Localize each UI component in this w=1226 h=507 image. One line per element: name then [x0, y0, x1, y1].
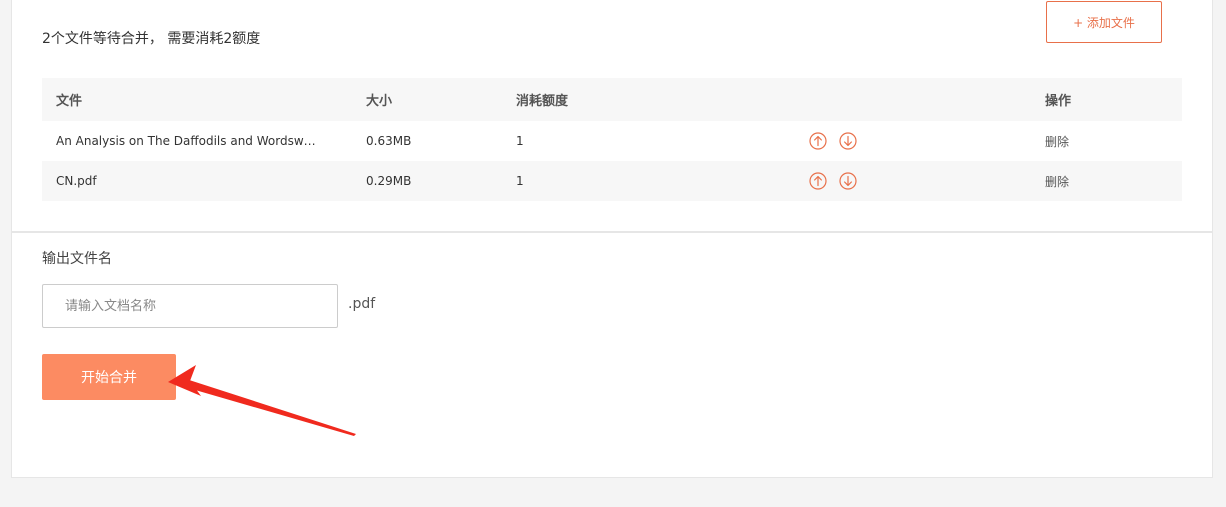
merge-summary: 2个文件等待合并， 需要消耗2额度 — [42, 31, 261, 47]
column-header-operation: 操作 — [1045, 94, 1072, 109]
arrow-up-circle-icon[interactable] — [809, 172, 827, 190]
table-row: CN.pdf 0.29MB 1 删除 — [42, 161, 1182, 201]
delete-link[interactable]: 删除 — [1045, 133, 1069, 150]
column-header-name: 文件 — [56, 94, 83, 109]
move-controls — [809, 121, 889, 161]
file-table: 文件 大小 消耗额度 操作 An Analysis on The Daffodi… — [42, 78, 1182, 201]
column-header-cost: 消耗额度 — [516, 94, 569, 109]
arrow-down-circle-icon[interactable] — [839, 172, 857, 190]
merge-panel: 2个文件等待合并， 需要消耗2额度 + 添加文件 文件 大小 消耗额度 操作 A… — [11, 0, 1213, 478]
start-merge-button[interactable]: 开始合并 — [42, 354, 176, 400]
table-header: 文件 大小 消耗额度 操作 — [42, 78, 1182, 121]
file-cost: 1 — [516, 174, 524, 188]
file-extension: .pdf — [348, 296, 376, 312]
delete-link[interactable]: 删除 — [1045, 173, 1069, 190]
file-name-cell: An Analysis on The Daffodils and Wordswo… — [56, 121, 346, 161]
file-cost: 1 — [516, 134, 524, 148]
file-name: An Analysis on The Daffodils and Wordswo… — [56, 134, 318, 148]
file-name-cell: CN.pdf — [56, 161, 346, 201]
add-file-button[interactable]: + 添加文件 — [1046, 1, 1162, 43]
file-name: CN.pdf — [56, 174, 97, 188]
arrow-down-circle-icon[interactable] — [839, 132, 857, 150]
section-divider — [12, 231, 1212, 233]
delete-link-cell: 删除 — [1045, 161, 1145, 201]
column-header-size: 大小 — [366, 94, 393, 109]
delete-link-cell: 删除 — [1045, 121, 1145, 161]
arrow-up-circle-icon[interactable] — [809, 132, 827, 150]
move-controls — [809, 161, 889, 201]
table-row: An Analysis on The Daffodils and Wordswo… — [42, 121, 1182, 161]
output-filename-label: 输出文件名 — [42, 251, 112, 267]
file-size: 0.29MB — [366, 174, 412, 188]
file-size: 0.63MB — [366, 134, 412, 148]
output-filename-input[interactable] — [42, 284, 338, 328]
